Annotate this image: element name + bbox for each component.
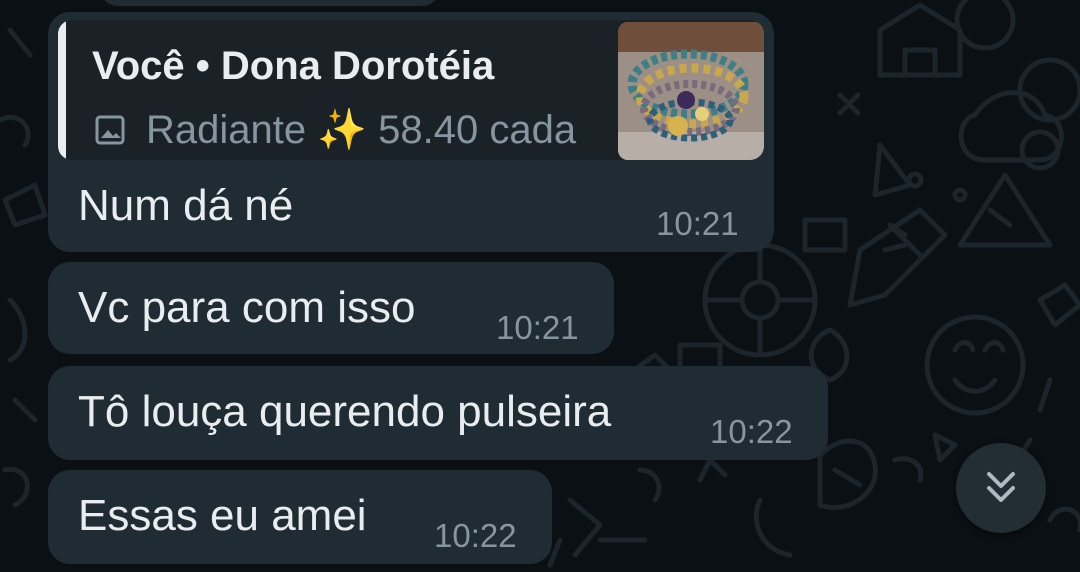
message-text: Tô louça querendo pulseira [78,387,612,436]
previous-message-bubble [100,0,440,6]
double-chevron-down-icon [987,472,1015,502]
reply-text: Radiante ✨ 58.40 cada [146,108,577,152]
message-bubble[interactable]: Vc para com isso 10:21 [48,262,614,354]
message-text: Essas eu amei [78,491,367,540]
message-time: 10:22 [434,517,517,554]
reply-author: Você • Dona Dorotéia [92,44,495,88]
image-icon [95,115,125,145]
message-time: 10:22 [710,413,793,450]
scroll-to-bottom-button[interactable] [956,443,1046,533]
reply-quote[interactable]: Você • Dona Dorotéia Radiante ✨ 58.40 ca… [58,20,764,160]
reply-thumbnail[interactable] [618,22,764,160]
message-time: 10:21 [656,205,739,242]
message-text: Vc para com isso [78,283,416,332]
reply-quote-bar [58,20,66,160]
bracelets-photo [618,22,764,160]
message-bubble[interactable]: Tô louça querendo pulseira 10:22 [48,366,828,460]
message-text: Num dá né [78,181,294,230]
message-bubble[interactable]: Essas eu amei 10:22 [48,470,552,564]
chat-window: Você • Dona Dorotéia Radiante ✨ 58.40 ca… [0,0,1080,572]
message-time: 10:21 [496,309,579,346]
message-bubble[interactable]: Você • Dona Dorotéia Radiante ✨ 58.40 ca… [48,12,774,252]
